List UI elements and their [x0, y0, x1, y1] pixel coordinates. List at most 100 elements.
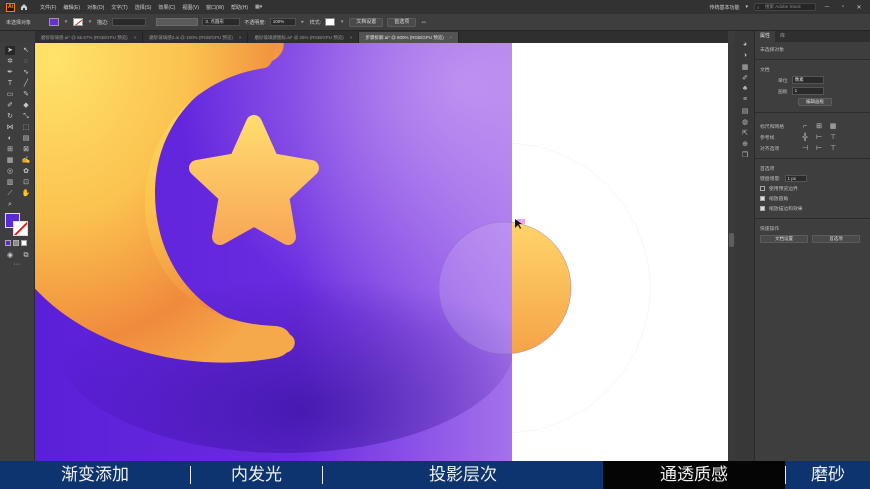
guides-icon[interactable]: ╬: [800, 134, 810, 141]
hand-tool-icon[interactable]: ✋: [21, 189, 31, 198]
edit-artboard-button[interactable]: 编辑画板: [798, 98, 832, 106]
menu-help[interactable]: 帮助(H): [231, 4, 248, 11]
column-graph-tool-icon[interactable]: ▥: [5, 178, 15, 187]
stroke-swatch[interactable]: [73, 18, 84, 26]
smart-guides-icon[interactable]: ⊤: [828, 133, 838, 141]
stock-search-input[interactable]: ⌕ 搜索 Adobe Stock: [754, 3, 816, 11]
tab-properties[interactable]: 属性: [755, 31, 776, 42]
gradient-panel-icon[interactable]: ▤: [735, 105, 755, 116]
fill-dropdown-icon[interactable]: ▾: [63, 18, 69, 26]
menu-object[interactable]: 对象(O): [87, 4, 104, 11]
menu-window[interactable]: 窗口(W): [206, 4, 224, 11]
width-tool-icon[interactable]: ⋈: [5, 123, 15, 132]
curvature-tool-icon[interactable]: ∿: [21, 68, 31, 77]
tab-doc-4[interactable]: 步骤拆解.ai* @ 600% (RGB/GPU 预览) ×: [359, 32, 460, 43]
vertical-scrollbar[interactable]: [728, 43, 735, 461]
menu-type[interactable]: 文字(T): [111, 4, 127, 11]
keyboard-increment-input[interactable]: 1 px: [784, 175, 807, 182]
stroke-weight-input[interactable]: [112, 18, 147, 26]
lock-guides-icon[interactable]: ⊢: [814, 133, 824, 141]
unit-select[interactable]: 像素: [791, 76, 824, 84]
shape-builder-tool-icon[interactable]: ◐: [5, 134, 15, 143]
selection-tool-icon[interactable]: ➤: [5, 46, 15, 55]
scale-tool-icon[interactable]: ⤡: [21, 112, 31, 121]
menu-select[interactable]: 选择(S): [135, 4, 152, 11]
export-icon[interactable]: ⇱: [735, 127, 755, 138]
lasso-tool-icon[interactable]: ◌: [21, 57, 31, 66]
restore-button[interactable]: ▫: [838, 4, 848, 10]
brushes-icon[interactable]: ✐: [735, 72, 755, 83]
rectangle-tool-icon[interactable]: ▭: [5, 90, 15, 99]
pen-tool-icon[interactable]: ✒: [5, 68, 15, 77]
preferences-panel-button[interactable]: 首选项: [812, 235, 860, 243]
variable-width-profile[interactable]: [156, 18, 199, 26]
color-guide-icon[interactable]: ◑: [735, 50, 755, 61]
tab-doc-2[interactable]: 磨砂玻璃感2.ai @ 150% (RGB/GPU 预览) ×: [143, 32, 249, 43]
menu-edit[interactable]: 编辑(E): [63, 4, 80, 11]
zoom-tool-icon[interactable]: ⌕: [5, 200, 15, 209]
menu-file[interactable]: 文件(F): [40, 4, 56, 11]
eraser-tool-icon[interactable]: ◆: [21, 101, 31, 110]
fill-swatch[interactable]: [49, 18, 60, 26]
snap-pixel-icon[interactable]: ⊢: [814, 144, 824, 152]
direct-selection-tool-icon[interactable]: ↖: [21, 46, 31, 55]
ruler-icon[interactable]: ⌐: [800, 123, 810, 130]
minimize-button[interactable]: ─: [822, 4, 832, 10]
close-icon[interactable]: ×: [134, 32, 137, 43]
home-icon[interactable]: [19, 3, 28, 12]
preview-bounds-checkbox[interactable]: [760, 186, 765, 191]
close-window-button[interactable]: ✕: [854, 4, 864, 11]
grid-icon[interactable]: ⊞: [814, 122, 824, 130]
slice-tool-icon[interactable]: ⟋: [5, 189, 15, 198]
snap-glyph-icon[interactable]: ⊤: [828, 144, 838, 152]
snap-point-icon[interactable]: ⊣: [800, 144, 810, 152]
stroke-color-swatch[interactable]: [13, 221, 28, 236]
fill-stroke-swatches[interactable]: [5, 213, 34, 237]
workspace-switcher[interactable]: 传统基本功能: [709, 4, 739, 11]
scale-corners-checkbox[interactable]: [760, 196, 765, 201]
swatches-icon[interactable]: ▦: [735, 61, 755, 72]
line-tool-icon[interactable]: ╱: [21, 79, 31, 88]
preferences-button[interactable]: 首选项: [387, 17, 417, 27]
mesh-tool-icon[interactable]: ⊠: [21, 145, 31, 154]
tab-doc-3[interactable]: 磨砂玻璃感图标.ai* @ 25% (RGB/GPU 预览) ×: [248, 32, 360, 43]
tab-doc-1[interactable]: 磨砂玻璃感.ai* @ 66.67% (RGB/GPU 预览) ×: [35, 32, 144, 43]
close-icon[interactable]: ×: [350, 32, 353, 43]
opacity-label[interactable]: 不透明度:: [244, 19, 265, 26]
eyedropper-tool-icon[interactable]: ✍: [21, 156, 31, 165]
free-transform-tool-icon[interactable]: ⬚: [21, 123, 31, 132]
none-mode-icon[interactable]: [21, 240, 27, 246]
opacity-input[interactable]: 100%: [269, 18, 296, 26]
magic-wand-tool-icon[interactable]: ✲: [5, 57, 15, 66]
live-paint-tool-icon[interactable]: ▤: [21, 134, 31, 143]
close-icon[interactable]: ×: [450, 32, 453, 43]
brush-definition-select[interactable]: 3. 点圆形: [202, 18, 241, 26]
gradient-tool-icon[interactable]: ▦: [5, 156, 15, 165]
color-mode-icon[interactable]: [5, 240, 11, 246]
symbols-icon[interactable]: ♣: [735, 83, 755, 94]
tab-libraries[interactable]: 库: [775, 31, 790, 42]
type-tool-icon[interactable]: T: [5, 79, 15, 88]
perspective-grid-tool-icon[interactable]: ⊞: [5, 145, 15, 154]
scrollbar-thumb[interactable]: [729, 233, 734, 247]
draw-mode-icon[interactable]: ◉: [5, 251, 15, 260]
artboard-tool-icon[interactable]: ⊡: [21, 178, 31, 187]
opacity-dropdown-icon[interactable]: ▸: [300, 18, 306, 26]
document-setup-panel-button[interactable]: 文档设置: [760, 235, 808, 243]
shaper-tool-icon[interactable]: ✐: [5, 101, 15, 110]
workspace-dropdown-icon[interactable]: ▾: [745, 4, 748, 10]
document-setup-button[interactable]: 文档设置: [349, 17, 384, 27]
transparency-icon[interactable]: ◍: [735, 116, 755, 127]
close-icon[interactable]: ×: [239, 32, 242, 43]
screen-mode-icon[interactable]: ⧉: [21, 251, 31, 260]
style-dropdown-icon[interactable]: ▾: [339, 18, 345, 26]
links-icon[interactable]: ⊕: [735, 138, 755, 149]
symbol-sprayer-tool-icon[interactable]: ✿: [21, 167, 31, 176]
stroke-dropdown-icon[interactable]: ▾: [87, 18, 93, 26]
artboard-select[interactable]: 1: [791, 87, 824, 95]
paintbrush-tool-icon[interactable]: ✎: [21, 90, 31, 99]
gradient-mode-icon[interactable]: [13, 240, 19, 246]
arrange-documents-icon[interactable]: ▦▾: [255, 4, 262, 10]
graphic-style-swatch[interactable]: [325, 18, 336, 26]
stroke-panel-icon[interactable]: ≡: [735, 94, 755, 105]
